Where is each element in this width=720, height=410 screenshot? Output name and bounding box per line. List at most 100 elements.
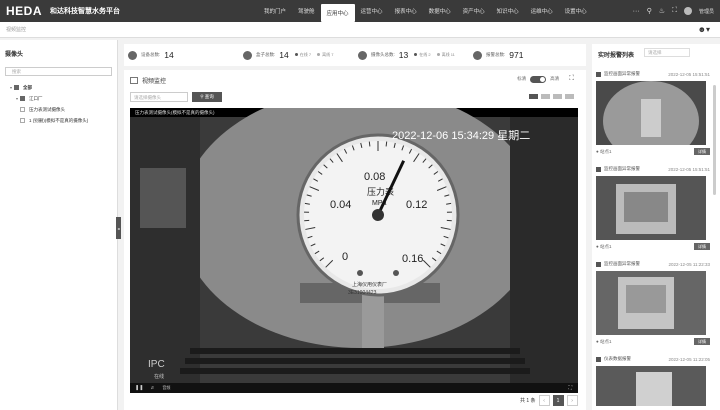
alarm-time: 2022-12-05 15:51:51 — [668, 166, 710, 172]
user-profile-icon[interactable]: ☻▾ — [698, 25, 710, 34]
checkbox-camera-1[interactable] — [20, 107, 25, 112]
detail-button[interactable]: 详情 — [694, 338, 710, 345]
layout-1-icon[interactable] — [529, 94, 538, 99]
alarm-type-icon — [596, 261, 601, 267]
nav-asset[interactable]: 资产中心 — [457, 0, 491, 22]
detail-button[interactable]: 详情 — [694, 243, 710, 250]
alarm-item[interactable]: 监控画面异常报警 2022-12-05 15:51:51 ● 站点1 详情 — [596, 165, 710, 251]
chevron-down-icon[interactable]: ▾ — [10, 85, 12, 90]
nav-knowledge[interactable]: 知识中心 — [491, 0, 525, 22]
nav-settings[interactable]: 设置中心 — [559, 0, 593, 22]
gauge-tick-2: 0.08 — [364, 171, 385, 183]
alarm-name: 监控画面异常报警 — [604, 166, 640, 171]
alarm-item[interactable]: 仪表数据报警 2022-12-05 11:22:05 — [596, 355, 710, 406]
gauge-tick-4: 0.16 — [402, 253, 423, 265]
checkbox-camera-2[interactable] — [20, 118, 25, 123]
layout-9-icon[interactable] — [553, 94, 562, 99]
more-menu-button[interactable]: ··· — [633, 8, 640, 15]
location-icon: ● — [596, 244, 599, 249]
next-page-button[interactable]: › — [566, 395, 578, 406]
stat-boxes: 盒子总数: 14 在线 7 离线 7 — [239, 50, 354, 60]
camera-panel-title: 摄像头 — [5, 52, 24, 58]
alarm-snapshot[interactable] — [596, 81, 706, 145]
gauge-tick-3: 0.12 — [406, 199, 427, 211]
nav-cockpit[interactable]: 驾驶舱 — [292, 0, 321, 22]
quality-toggle: 标清 高清 ⛶ — [517, 75, 574, 83]
tree-item-all[interactable]: ▾ 全部 — [0, 82, 117, 93]
player-controls: ❚❚ ♬ 音频 ⛶ — [130, 383, 578, 393]
tree-item-camera-1[interactable]: 压力表测试摄像头 — [0, 104, 117, 115]
tree-item-camera-2[interactable]: 1 (别删)(模拟不是真的摄像头) — [0, 115, 117, 126]
alarm-list-scrollbar[interactable] — [713, 85, 716, 195]
nav-maintenance[interactable]: 运维中心 — [525, 0, 559, 22]
volume-icon[interactable]: ♬ — [150, 385, 155, 391]
layout-16-icon[interactable] — [565, 94, 574, 99]
stat-value: 971 — [509, 50, 524, 60]
breadcrumb[interactable]: 视频监控 — [6, 26, 26, 33]
pagination: 共 1 条 ‹ 1 › — [520, 395, 578, 406]
tree-item-label: 压力表测试摄像头 — [29, 106, 65, 112]
location-icon: ● — [596, 149, 599, 154]
page-number[interactable]: 1 — [552, 395, 564, 406]
nav-app-center[interactable]: 应用中心 — [320, 4, 355, 22]
alarm-name: 监控画面异常报警 — [604, 261, 640, 266]
avatar[interactable] — [683, 7, 692, 15]
gauge-maker: 上海仪用仪表厂 — [352, 281, 387, 288]
stat-label: 设备总数: — [141, 52, 161, 57]
alarm-item[interactable]: 监控画面异常报警 2022-12-05 11:22:33 ● 站点1 详情 — [596, 260, 710, 346]
quality-switch[interactable] — [530, 75, 547, 83]
alarm-type-icon — [596, 71, 601, 77]
location-icon: ● — [596, 339, 599, 344]
alarm-list-title: 实时报警列表 — [598, 53, 635, 59]
video-monitor-panel: 视频监控 标清 高清 ⛶ 请选择摄像头 ⚲ 查询 压力表测试摄像头(模拟不是真的… — [124, 70, 586, 410]
video-player[interactable]: 压力表测试摄像头(模拟不是真的摄像头) 0 0.04 0.08 0.12 0.1… — [130, 108, 578, 393]
search-button[interactable]: ⚲ 查询 — [192, 92, 222, 102]
stat-alarms: 报警总数: 971 — [469, 50, 584, 60]
alarm-snapshot[interactable] — [596, 176, 706, 240]
chevron-down-icon[interactable]: ▾ — [16, 96, 18, 101]
alarm-filter-select[interactable]: 请选择 — [644, 48, 690, 57]
checkbox-all[interactable] — [14, 85, 20, 90]
bell-icon[interactable]: ♨ — [659, 7, 665, 15]
gauge-serial: 3E31004423 — [348, 290, 377, 296]
nav-portal[interactable]: 我的门户 — [258, 0, 292, 22]
header-tools: ··· ⚲ ♨ ⛶ 管理员 — [633, 0, 714, 22]
tree-item-plant[interactable]: ▾ 江口厂 — [0, 93, 117, 104]
fullscreen-icon[interactable]: ⛶ — [569, 75, 574, 83]
pause-icon[interactable]: ❚❚ — [135, 385, 143, 391]
detail-button[interactable]: 详情 — [694, 148, 710, 155]
nav-operation[interactable]: 运营中心 — [355, 0, 389, 22]
box-icon — [243, 50, 252, 60]
alarm-snapshot[interactable] — [596, 366, 706, 406]
collapse-panel-handle[interactable]: ◂ — [116, 217, 121, 239]
nav-data[interactable]: 数据中心 — [423, 0, 457, 22]
nav-report[interactable]: 报表中心 — [389, 0, 423, 22]
top-bar: HEDA 和达科技智慧水务平台 我的门户 驾驶舱 应用中心 运营中心 报表中心 … — [0, 0, 720, 22]
alarm-point: 站点1 — [599, 243, 612, 249]
checkbox-plant[interactable] — [20, 96, 26, 101]
stat-label: 盒子总数: — [256, 52, 276, 57]
alarm-snapshot[interactable] — [596, 271, 706, 335]
video-osd: IPC — [148, 359, 165, 370]
camera-select[interactable]: 请选择摄像头 — [130, 92, 188, 102]
layout-4-icon[interactable] — [541, 94, 550, 99]
stat-label: 摄像头总数: — [371, 52, 395, 57]
alarm-item[interactable]: 监控画面异常报警 2022-12-05 15:51:51 ● 站点1 详情 — [596, 70, 710, 156]
stat-value: 13 — [398, 50, 409, 60]
gauge-tick-1: 0.04 — [330, 199, 351, 211]
alarm-time: 2022-12-05 11:22:33 — [668, 261, 710, 267]
stat-offline: 离线 11 — [436, 52, 455, 58]
stat-label: 报警总数: — [486, 52, 506, 57]
prev-page-button[interactable]: ‹ — [538, 395, 550, 406]
fullscreen-icon[interactable]: ⛶ — [568, 385, 572, 391]
layout-switcher — [529, 94, 574, 99]
stat-value: 14 — [164, 50, 174, 60]
pagination-total: 共 1 条 — [520, 398, 536, 404]
video-frame: 0 0.04 0.08 0.12 0.16 压力表 MPa 上海仪用仪表厂 3E… — [130, 108, 578, 383]
camera-search-input[interactable]: 搜索 — [5, 67, 112, 76]
fullscreen-icon[interactable]: ⛶ — [672, 7, 677, 15]
search-icon[interactable]: ⚲ — [647, 7, 652, 15]
video-datetime-overlay: 2022-12-06 15:34:29 星期二 — [392, 129, 530, 142]
alarm-type-icon — [596, 356, 601, 362]
user-name[interactable]: 管理员 — [699, 8, 714, 15]
